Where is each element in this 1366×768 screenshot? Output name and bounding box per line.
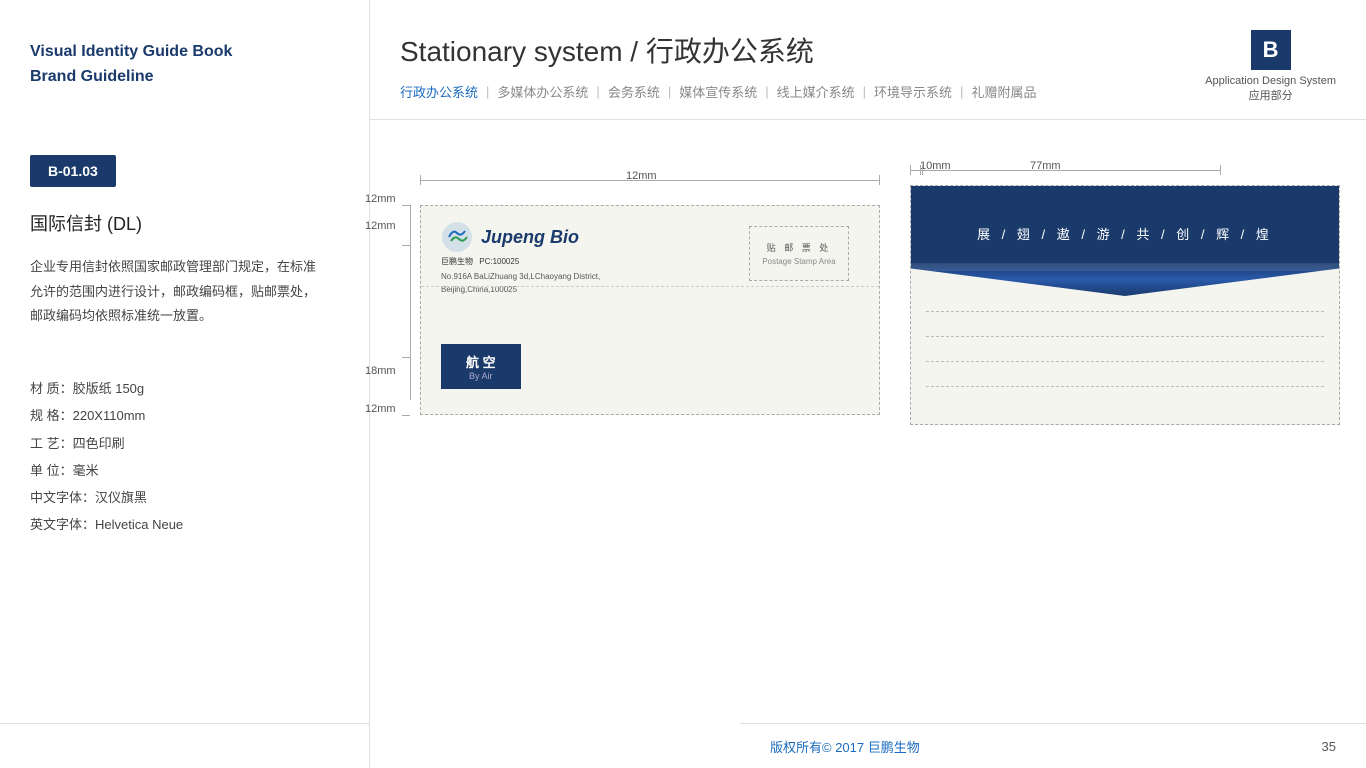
env-air-sub: By Air	[466, 371, 496, 381]
sidebar-title-line2: Brand Guideline	[30, 68, 339, 86]
nav-item-6[interactable]: 环境导示系统	[874, 82, 952, 101]
envelope-front: 12mm 12mm 12mm	[410, 165, 890, 415]
sidebar-footer	[0, 723, 370, 768]
header-nav: 行政办公系统 | 多媒体办公系统 | 会务系统 | 媒体宣传系统 | 线上媒介系…	[400, 82, 1336, 101]
nav-item-1[interactable]: 行政办公系统	[400, 82, 478, 101]
spec-en-font: 英文字体：Helvetica Neue	[30, 511, 183, 538]
nav-item-5[interactable]: 线上媒介系统	[777, 82, 855, 101]
spec-material: 材 质：胶版纸 150g	[30, 375, 183, 402]
measure-12mm-top2: 12mm	[365, 220, 396, 232]
env-postage-title: 贴 邮 票 处	[767, 241, 832, 254]
env-company-cn: 巨鹏生物 PC:100025	[441, 256, 600, 269]
env-company-name-en: Jupeng Bio	[481, 227, 579, 248]
spec-unit: 单 位：毫米	[30, 457, 183, 484]
main-content: Stationary system / 行政办公系统 行政办公系统 | 多媒体办…	[370, 0, 1366, 768]
specs-list: 材 质：胶版纸 150g 规 格：220X110mm 工 艺：四色印刷 单 位：…	[30, 375, 183, 539]
section-title: 国际信封 (DL)	[30, 210, 142, 236]
env-front-box: Jupeng Bio 巨鹏生物 PC:100025 No.916A BaLiZh…	[420, 205, 880, 415]
brand-label: Application Design System 应用部分	[1205, 74, 1336, 105]
spec-cn-font: 中文字体：汉仪旗黑	[30, 484, 183, 511]
envelope-area: 12mm 12mm 12mm	[390, 135, 1346, 708]
sidebar-title-line1: Visual Identity Guide Book	[30, 40, 339, 64]
env-postage-box: 贴 邮 票 处 Postage Stamp Area	[749, 226, 849, 281]
footer: 版权所有© 2017 巨鹏生物 35	[740, 723, 1366, 768]
spec-size: 规 格：220X110mm	[30, 402, 183, 429]
company-logo-icon	[441, 221, 473, 253]
section-badge: B-01.03	[30, 155, 116, 187]
section-description: 企业专用信封依照国家邮政管理部门规定，在标准允许的范围内进行设计，邮政编码框，贴…	[30, 255, 320, 329]
measure-12mm-top: 12mm	[365, 193, 396, 205]
brand-icon: B Application Design System 应用部分	[1205, 30, 1336, 105]
env-logo-area: Jupeng Bio	[441, 221, 579, 253]
spec-craft: 工 艺：四色印刷	[30, 430, 183, 457]
measure-top-header: 12mm	[626, 170, 657, 182]
env-byair-stamp: 航 空 By Air	[441, 344, 521, 389]
nav-item-7[interactable]: 礼赠附属品	[971, 82, 1036, 101]
env-air-label: 航 空	[466, 352, 496, 371]
footer-copyright: 版权所有© 2017 巨鹏生物	[770, 737, 920, 756]
nav-item-2[interactable]: 多媒体办公系统	[497, 82, 588, 101]
env-address: 巨鹏生物 PC:100025 No.916A BaLiZhuang 3d,LCh…	[441, 256, 600, 296]
nav-item-4[interactable]: 媒体宣传系统	[679, 82, 757, 101]
nav-item-3[interactable]: 会务系统	[608, 82, 660, 101]
env-postage-sub: Postage Stamp Area	[762, 257, 835, 266]
env-flap-text: 展 / 翅 / 遨 / 游 / 共 / 创 / 辉 / 煌	[911, 224, 1339, 243]
env-flap: 展 / 翅 / 遨 / 游 / 共 / 创 / 辉 / 煌	[911, 186, 1339, 296]
header: Stationary system / 行政办公系统 行政办公系统 | 多媒体办…	[370, 0, 1366, 120]
footer-page: 35	[1322, 739, 1336, 754]
env-back-box: 展 / 翅 / 遨 / 游 / 共 / 创 / 辉 / 煌	[910, 185, 1340, 425]
envelope-back: 77mm 10mm 展 / 翅 / 遨 / 游 / 共 / 创 / 辉 / 煌	[910, 155, 1340, 425]
measure-18mm: 18mm	[365, 365, 396, 377]
header-title: Stationary system / 行政办公系统	[400, 30, 1336, 70]
brand-letter: B	[1251, 30, 1291, 70]
measure-12mm-bot: 12mm	[365, 403, 396, 415]
